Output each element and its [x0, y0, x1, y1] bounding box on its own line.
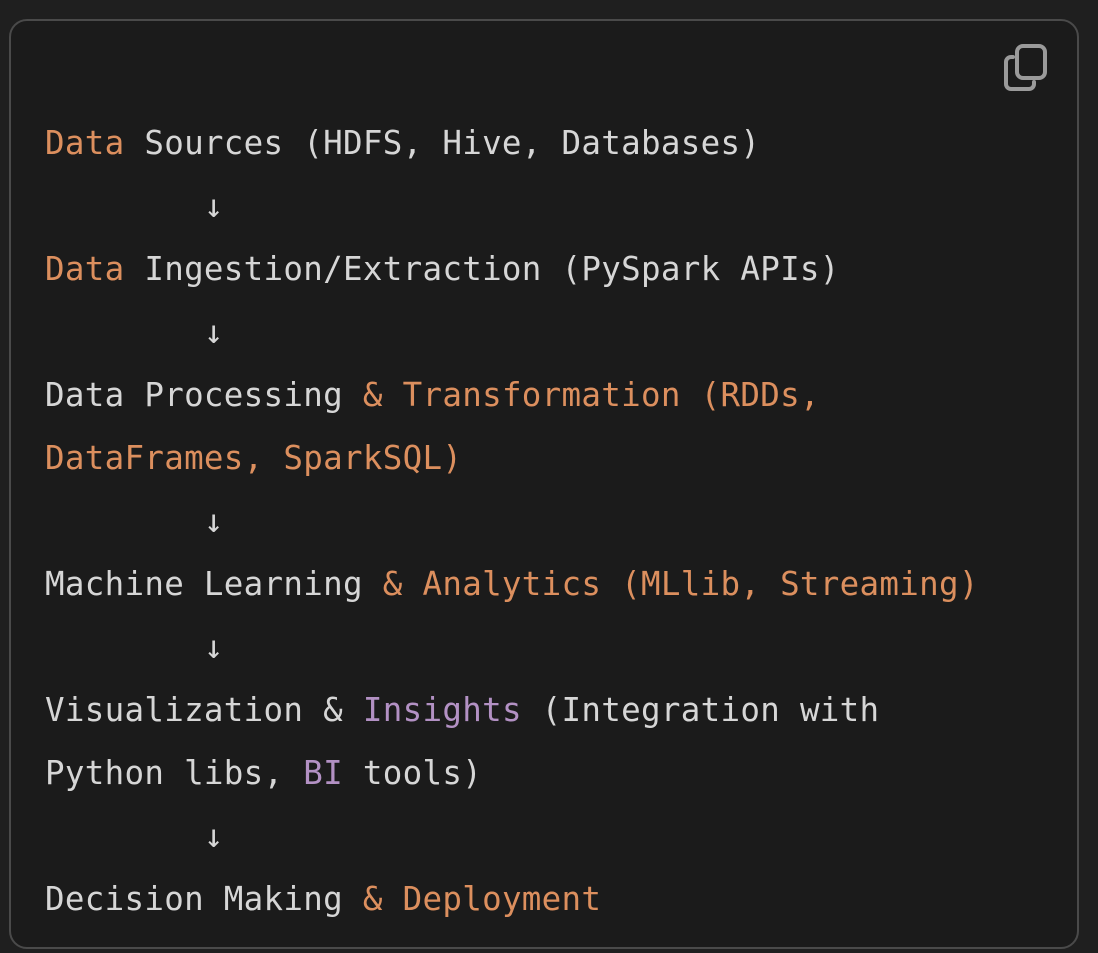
- code-line: ↓: [45, 502, 224, 540]
- code-line: Python libs, BI tools): [45, 754, 482, 792]
- code-token: & Deployment: [362, 880, 602, 918]
- code-line: Machine Learning & Analytics (MLlib, Str…: [45, 565, 979, 603]
- code-token: Visualization &: [45, 691, 363, 729]
- code-token: & Analytics (MLlib, Streaming): [382, 565, 979, 603]
- code-token: tools): [343, 754, 483, 792]
- code-token: (Integration with: [521, 691, 880, 729]
- code-line: DataFrames, SparkSQL): [45, 439, 462, 477]
- code-token: Decision Making: [45, 880, 363, 918]
- code-token: Sources (HDFS, Hive, Databases): [124, 124, 761, 162]
- down-arrow-icon: ↓: [45, 187, 224, 225]
- code-line: ↓: [45, 628, 224, 666]
- code-token: Data: [45, 124, 125, 162]
- code-token: Data Processing: [45, 376, 363, 414]
- code-token: Machine Learning: [45, 565, 383, 603]
- code-line: ↓: [45, 313, 224, 351]
- code-token: DataFrames, SparkSQL): [45, 439, 463, 477]
- code-line: ↓: [45, 817, 224, 855]
- code-content: Data Sources (HDFS, Hive, Databases) ↓ D…: [45, 112, 979, 931]
- down-arrow-icon: ↓: [45, 313, 224, 351]
- code-line: Decision Making & Deployment: [45, 880, 601, 918]
- copy-button[interactable]: [999, 41, 1053, 95]
- code-token: Ingestion/Extraction (PySpark APIs): [124, 250, 840, 288]
- code-token: BI: [303, 754, 344, 792]
- down-arrow-icon: ↓: [45, 502, 224, 540]
- code-token: Data: [45, 250, 125, 288]
- code-token: Insights: [362, 691, 522, 729]
- code-line: Data Ingestion/Extraction (PySpark APIs): [45, 250, 840, 288]
- code-line: Visualization & Insights (Integration wi…: [45, 691, 879, 729]
- code-token: Python libs,: [45, 754, 304, 792]
- code-token: & Transformation (RDDs,: [362, 376, 820, 414]
- down-arrow-icon: ↓: [45, 817, 224, 855]
- code-line: Data Sources (HDFS, Hive, Databases): [45, 124, 760, 162]
- down-arrow-icon: ↓: [45, 628, 224, 666]
- code-line: Data Processing & Transformation (RDDs,: [45, 376, 820, 414]
- copy-icon: [1003, 43, 1049, 93]
- code-line: ↓: [45, 187, 224, 225]
- code-block: Data Sources (HDFS, Hive, Databases) ↓ D…: [9, 19, 1079, 949]
